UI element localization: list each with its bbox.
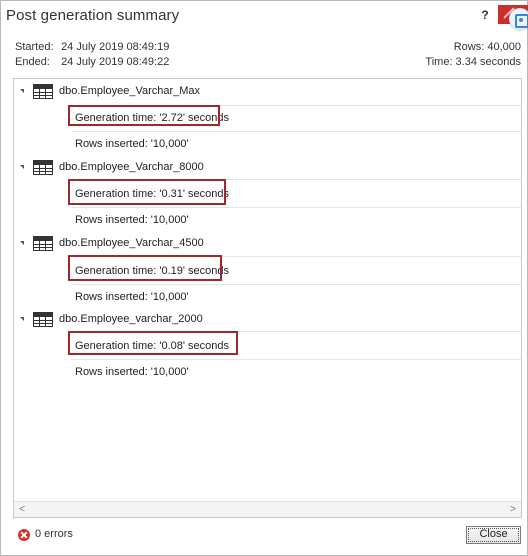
rows-inserted-text: Rows inserted: '10,000' [75, 214, 189, 226]
table-icon [33, 312, 53, 327]
help-button[interactable]: ? [479, 8, 491, 22]
rows-inserted-text: Rows inserted: '10,000' [75, 138, 189, 150]
screenshot-overlay-icon[interactable] [509, 8, 528, 30]
started-row: Started: 24 July 2019 08:49:19 [15, 41, 169, 53]
time-total: Time: 3.34 seconds [425, 56, 521, 68]
started-value: 24 July 2019 08:49:19 [61, 41, 170, 53]
rows-inserted-row: Rows inserted: '10,000' [71, 131, 521, 156]
table-node[interactable]: dbo.Employee_Varchar_Max [14, 81, 521, 103]
table-name: dbo.Employee_Varchar_8000 [59, 161, 204, 173]
error-count: 0 errors [35, 528, 73, 540]
error-icon [18, 529, 30, 541]
expand-arrow-icon[interactable] [20, 165, 24, 169]
highlight-box [68, 331, 238, 355]
expand-arrow-icon[interactable] [20, 317, 24, 321]
table-node[interactable]: dbo.Employee_varchar_2000 [14, 309, 521, 331]
rows-inserted-row: Rows inserted: '10,000' [71, 284, 521, 309]
rows-inserted-row: Rows inserted: '10,000' [71, 207, 521, 232]
run-summary: Started: 24 July 2019 08:49:19 Ended: 24… [15, 39, 521, 73]
post-generation-summary-dialog: Post generation summary ? Started: 24 Ju… [0, 0, 528, 556]
rows-total: Rows: 40,000 [453, 41, 521, 53]
highlight-box [68, 105, 220, 126]
ended-label: Ended: [15, 56, 50, 68]
title-bar: Post generation summary ? [1, 1, 528, 31]
results-tree: dbo.Employee_Varchar_Max Generation time… [13, 78, 522, 518]
expand-arrow-icon[interactable] [20, 89, 24, 93]
scroll-left-icon[interactable]: < [17, 505, 27, 515]
started-label: Started: [15, 41, 54, 53]
table-node[interactable]: dbo.Employee_Varchar_8000 [14, 157, 521, 179]
table-icon [33, 160, 53, 175]
table-name: dbo.Employee_Varchar_Max [59, 85, 201, 97]
ended-row: Ended: 24 July 2019 08:49:22 [15, 56, 169, 68]
table-name: dbo.Employee_varchar_2000 [59, 313, 203, 325]
table-node[interactable]: dbo.Employee_Varchar_4500 [14, 233, 521, 255]
rows-inserted-row: Rows inserted: '10,000' [71, 359, 521, 384]
dialog-title: Post generation summary [6, 7, 180, 24]
close-button[interactable]: Close [466, 526, 521, 544]
table-name: dbo.Employee_Varchar_4500 [59, 237, 204, 249]
expand-arrow-icon[interactable] [20, 241, 24, 245]
ended-value: 24 July 2019 08:49:22 [61, 56, 170, 68]
rows-inserted-text: Rows inserted: '10,000' [75, 291, 189, 303]
highlight-box [68, 255, 222, 281]
table-icon [33, 236, 53, 251]
rows-inserted-text: Rows inserted: '10,000' [75, 366, 189, 378]
highlight-box [68, 179, 226, 205]
focus-ring [468, 528, 519, 542]
scroll-right-icon[interactable]: > [508, 505, 518, 515]
table-icon [33, 84, 53, 99]
horizontal-scrollbar[interactable]: < > [14, 501, 521, 517]
